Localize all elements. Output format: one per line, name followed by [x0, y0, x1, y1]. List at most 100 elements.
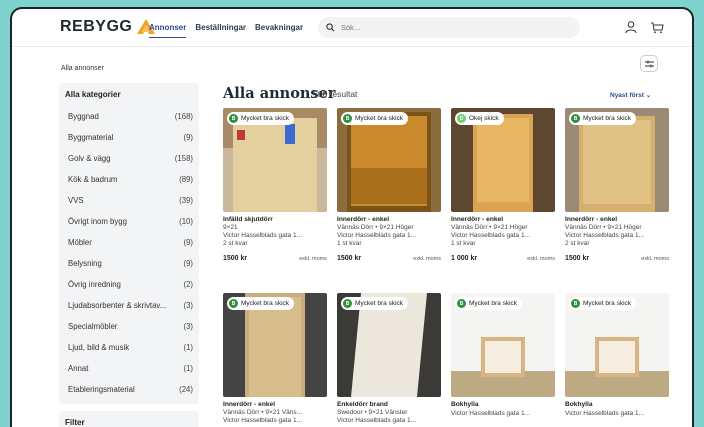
- category-label: Etableringsmaterial: [68, 385, 135, 394]
- listing-address: Victor Hasselblads gata 1...: [337, 232, 417, 239]
- listing-image[interactable]: B Mycket bra skick: [223, 108, 327, 212]
- listing-image[interactable]: B Mycket bra skick: [337, 108, 441, 212]
- category-label: Specialmöbler: [68, 322, 118, 331]
- nav-annonser[interactable]: Annonser: [149, 23, 187, 38]
- app-window: REBYGG Annonser Beställningar Bevakninga…: [10, 7, 694, 427]
- nav-bevakningar[interactable]: Bevakningar: [255, 23, 303, 38]
- sidebar-category-item[interactable]: Övrigt inom bygg (10): [59, 211, 199, 232]
- condition-badge: B Mycket bra skick: [227, 112, 295, 125]
- condition-grade: D: [457, 114, 466, 123]
- top-header: REBYGG Annonser Beställningar Bevakninga…: [12, 9, 692, 47]
- listing-card[interactable]: B Mycket bra skick Innerdörr - enkel Vännäs…: [565, 108, 669, 262]
- condition-grade: B: [457, 299, 466, 308]
- listing-card[interactable]: B Mycket bra skick Enkeldörr brand Swedoor …: [337, 293, 441, 424]
- user-icon[interactable]: [624, 20, 638, 34]
- listing-title: Innerdörr - enkel: [337, 216, 390, 223]
- category-count: (10): [179, 217, 193, 226]
- listing-card[interactable]: B Mycket bra skick Innerdörr - enkel Vännäs…: [223, 293, 327, 424]
- sidebar-category-item[interactable]: Golv & vägg (158): [59, 148, 199, 169]
- listing-card[interactable]: B Mycket bra skick Innerdörr - enkel Vännäs…: [337, 108, 441, 262]
- sidebar-category-item[interactable]: Kök & badrum (89): [59, 169, 199, 190]
- category-count: (158): [174, 154, 193, 163]
- listing-title: Innerdörr - enkel: [451, 216, 504, 223]
- category-count: (3): [183, 301, 193, 310]
- sidebar-category-item[interactable]: Byggnad (168): [59, 106, 199, 127]
- category-count: (89): [179, 175, 193, 184]
- listing-image[interactable]: B Mycket bra skick: [565, 108, 669, 212]
- listing-price: 1 000 kr: [451, 255, 478, 262]
- listing-address: Victor Hasselblads gata 1...: [565, 410, 645, 417]
- sidebar-category-item[interactable]: Annat (1): [59, 358, 199, 379]
- filter-toggle-button[interactable]: [640, 55, 658, 72]
- sidebar-category-item[interactable]: Ljud, bild & musik (1): [59, 337, 199, 358]
- condition-badge: B Mycket bra skick: [569, 112, 637, 125]
- category-label: Kök & badrum: [68, 175, 118, 184]
- listing-card[interactable]: B Mycket bra skick Bokhylla Victor Hasselbl…: [565, 293, 669, 417]
- breadcrumb[interactable]: Alla annonser: [61, 65, 104, 72]
- cart-icon[interactable]: [650, 20, 664, 34]
- condition-label: Mycket bra skick: [355, 300, 404, 307]
- listing-price: 1500 kr: [337, 255, 362, 262]
- listing-title: Bokhylla: [451, 401, 479, 408]
- condition-grade: B: [229, 114, 238, 123]
- filter-panel-heading[interactable]: Filter: [59, 411, 199, 427]
- category-label: Byggmaterial: [68, 133, 114, 142]
- condition-badge: B Mycket bra skick: [341, 112, 409, 125]
- listing-image[interactable]: B Mycket bra skick: [451, 293, 555, 397]
- sidebar-category-item[interactable]: Byggmaterial (9): [59, 127, 199, 148]
- sidebar-category-item[interactable]: Möbler (9): [59, 232, 199, 253]
- listing-image[interactable]: B Mycket bra skick: [223, 293, 327, 397]
- category-label: VVS: [68, 196, 84, 205]
- listing-image[interactable]: D Okej skick: [451, 108, 555, 212]
- condition-label: Okej skick: [469, 115, 499, 122]
- listing-stock: 2 st kvar: [565, 240, 590, 247]
- listing-details: Vännäs Dörr • 9×21 Höger: [565, 224, 642, 231]
- sliders-icon: [644, 60, 654, 67]
- price-row: 1500 kr exkl. moms: [223, 255, 327, 262]
- listing-stock: 2 st kvar: [223, 240, 248, 247]
- condition-grade: B: [343, 299, 352, 308]
- category-count: (9): [183, 259, 193, 268]
- listing-price: 1500 kr: [223, 255, 248, 262]
- category-label: Ljudabsorbenter & skrivtav...: [68, 301, 167, 310]
- category-count: (1): [183, 364, 193, 373]
- logo-text: REBYGG: [60, 18, 133, 35]
- search-input[interactable]: [341, 23, 541, 32]
- sidebar-category-item[interactable]: Belysning (9): [59, 253, 199, 274]
- listing-image[interactable]: B Mycket bra skick: [337, 293, 441, 397]
- category-count: (168): [174, 112, 193, 121]
- sidebar-category-item[interactable]: Etableringsmaterial (24): [59, 379, 199, 400]
- vat-note: exkl. moms: [527, 256, 555, 262]
- listing-image[interactable]: B Mycket bra skick: [565, 293, 669, 397]
- condition-badge: D Okej skick: [455, 112, 504, 125]
- category-label: Belysning: [68, 259, 102, 268]
- logo[interactable]: REBYGG: [60, 18, 156, 36]
- listing-details: 9×21: [223, 224, 238, 231]
- listing-title: Innerdörr - enkel: [223, 401, 276, 408]
- condition-badge: B Mycket bra skick: [227, 297, 295, 310]
- listing-details: Vännäs Dörr • 9×21 Höger: [337, 224, 414, 231]
- listing-card[interactable]: B Mycket bra skick Infälld skjutdörr 9×21 Vi…: [223, 108, 327, 262]
- listing-title: Enkeldörr brand: [337, 401, 388, 408]
- nav-bestallningar[interactable]: Beställningar: [195, 23, 246, 38]
- sidebar-category-item[interactable]: VVS (39): [59, 190, 199, 211]
- price-row: 1500 kr exkl. moms: [565, 255, 669, 262]
- category-label: Övrigt inom bygg: [68, 217, 127, 226]
- listing-card[interactable]: D Okej skick Innerdörr - enkel Vännäs Dörr …: [451, 108, 555, 262]
- listing-card[interactable]: B Mycket bra skick Bokhylla Victor Hasselbl…: [451, 293, 555, 417]
- sidebar-category-item[interactable]: Ljudabsorbenter & skrivtav... (3): [59, 295, 199, 316]
- condition-label: Mycket bra skick: [241, 115, 290, 122]
- search-bar[interactable]: [318, 17, 580, 38]
- sidebar-category-item[interactable]: Specialmöbler (3): [59, 316, 199, 337]
- sidebar-category-item[interactable]: Övrig inredning (2): [59, 274, 199, 295]
- listing-address: Victor Hasselblads gata 1...: [565, 232, 645, 239]
- category-count: (1): [183, 343, 193, 352]
- search-icon: [326, 23, 335, 32]
- category-heading[interactable]: Alla kategorier: [59, 83, 199, 106]
- listing-details: Vännäs Dörr • 9×21 Väns...: [223, 409, 303, 416]
- listing-title: Innerdörr - enkel: [565, 216, 618, 223]
- price-row: 1 000 kr exkl. moms: [451, 255, 555, 262]
- category-label: Annat: [68, 364, 89, 373]
- sort-dropdown[interactable]: Nyast först ⌄: [610, 91, 651, 99]
- vat-note: exkl. moms: [413, 256, 441, 262]
